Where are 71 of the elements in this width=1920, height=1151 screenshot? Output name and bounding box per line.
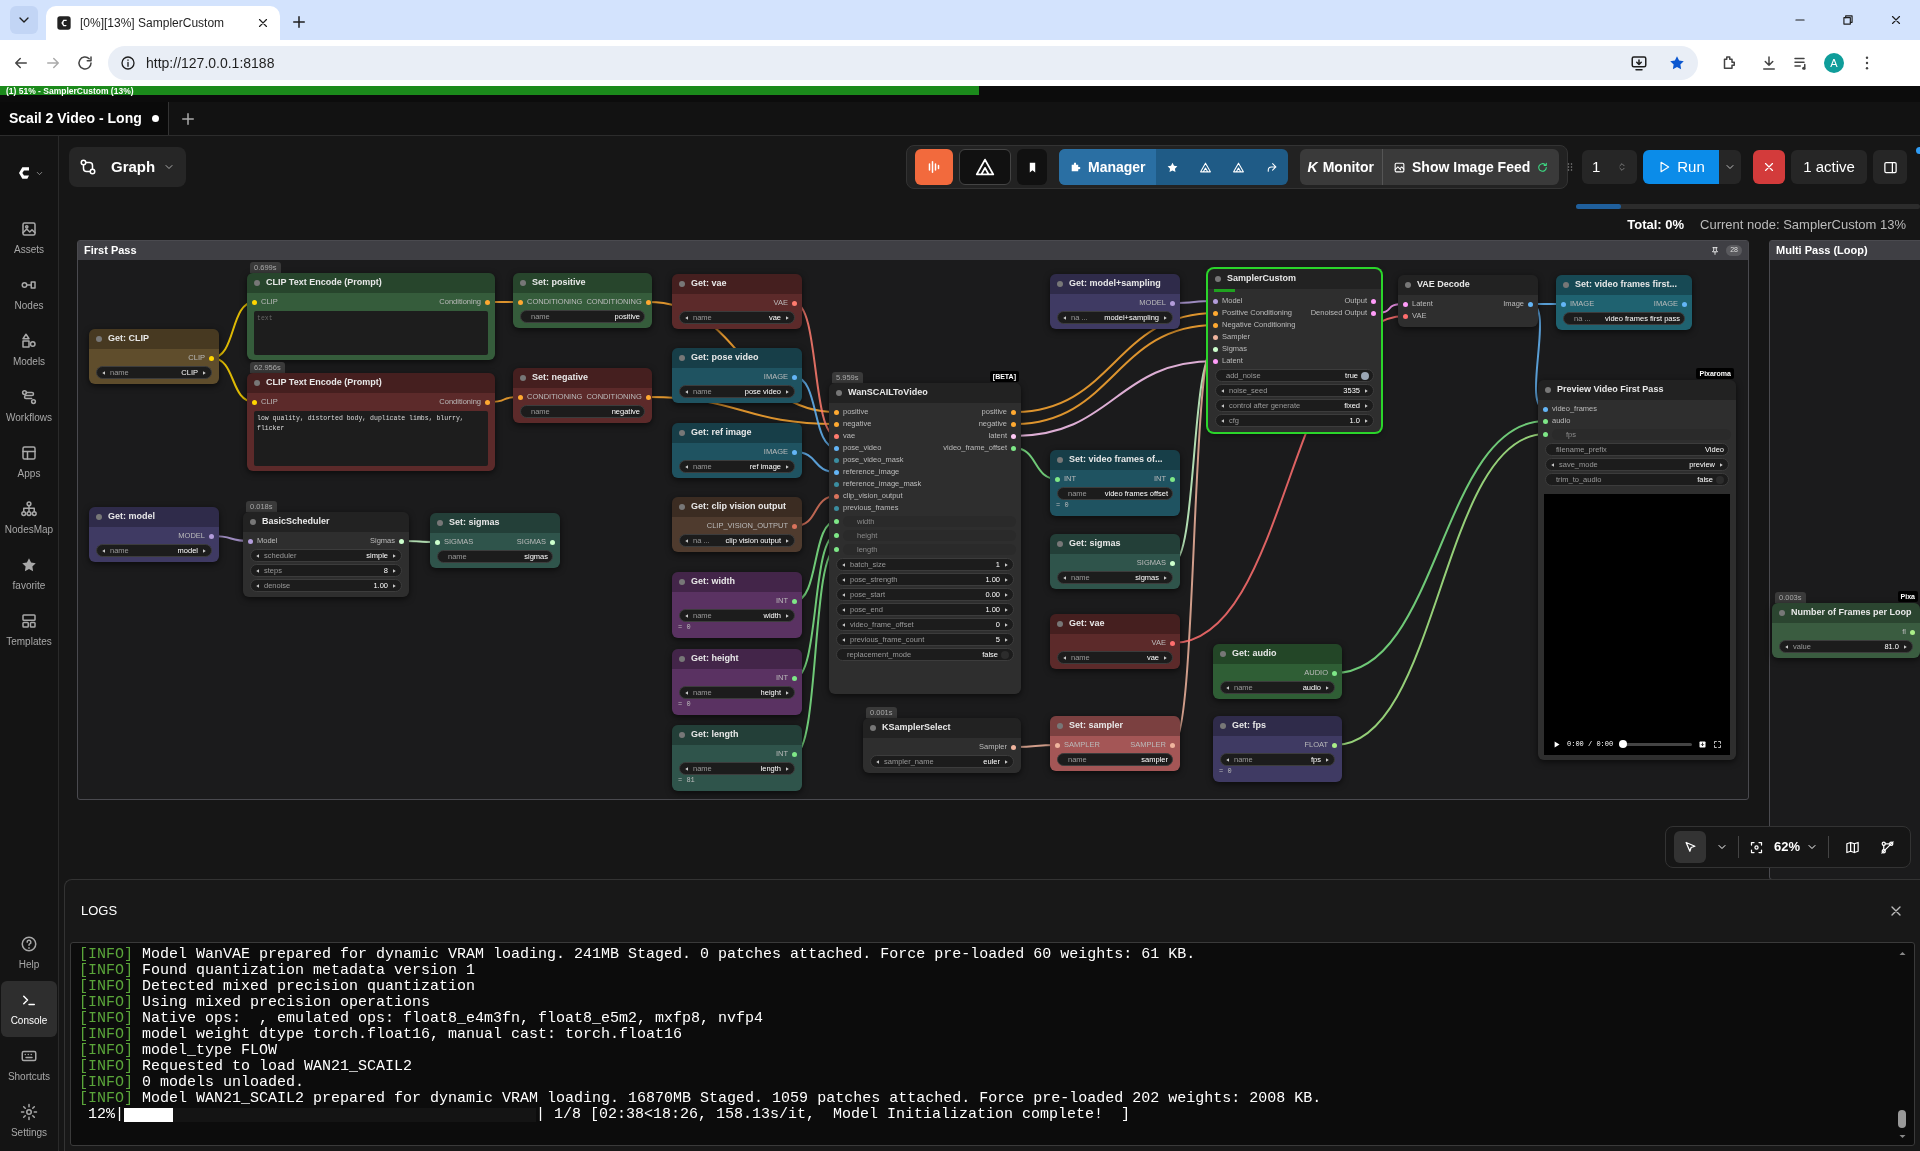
node-title: Get: model+sampling	[1069, 277, 1161, 291]
node-title: Get: sigmas	[1069, 537, 1121, 551]
sidebar-item[interactable]: Apps	[1, 434, 57, 490]
node-title: CLIP Text Encode (Prompt)	[266, 376, 382, 390]
sidebar-item[interactable]: NodesMap	[1, 490, 57, 546]
sidebar-item[interactable]: Console	[1, 981, 57, 1037]
log-line: [INFO] model weight dtype torch.float16, manual cast: torch.float16	[79, 1027, 683, 1043]
progress-percent: 12%|	[87, 1107, 124, 1123]
node-title: Set: positive	[532, 276, 586, 290]
node-title: Get: ref image	[691, 426, 752, 440]
sidebar-item[interactable]: Templates	[1, 602, 57, 658]
url-field[interactable]: http://127.0.0.1:8188	[108, 46, 1698, 80]
panel-title: LOGS	[81, 902, 118, 921]
node-title: Get: fps	[1232, 719, 1266, 733]
browser-tab[interactable]: [0%][13%] SamplerCustom	[46, 6, 280, 40]
log-line: [INFO] Using mixed precision operations	[79, 995, 431, 1011]
group-title: Multi Pass (Loop)	[1776, 243, 1868, 259]
node-title: Preview Video First Pass	[1557, 383, 1664, 397]
node-title: CLIP Text Encode (Prompt)	[266, 276, 382, 290]
node-title: VAE Decode	[1417, 278, 1470, 292]
log-line: [INFO] Found quantization metadata version 1	[79, 963, 476, 979]
sidebar-item[interactable]: Workflows	[1, 378, 57, 434]
log-line: [INFO] 0 models unloaded.	[79, 1075, 305, 1091]
node-title: Get: clip vision output	[691, 500, 786, 514]
sidebar-item[interactable]: Assets	[1, 210, 57, 266]
node-title: Set: sigmas	[449, 516, 500, 530]
graph-mode-button[interactable]: Graph	[69, 147, 186, 187]
log-line: [INFO] model_type FLOW	[79, 1043, 278, 1059]
monitor-logo: K	[1307, 157, 1318, 177]
node-title: BasicScheduler	[262, 515, 330, 529]
node-title: Set: video frames first...	[1575, 278, 1678, 292]
node-title: Get: pose video	[691, 351, 759, 365]
log-line: [INFO] Native ops: , emulated ops: float8_e4m3fn, float8_e5m2, mxfp8, nvfp4	[79, 1011, 764, 1027]
node-title: Get: width	[691, 575, 735, 589]
batch-count-field[interactable]: 1	[1582, 150, 1637, 184]
node-title: WanSCAILToVideo	[848, 386, 928, 400]
sidebar-item[interactable]: favorite	[1, 546, 57, 602]
node-title: Number of Frames per Loop	[1791, 606, 1912, 620]
zoom-button[interactable]: 62%	[1774, 837, 1819, 857]
sidebar-item[interactable]: Help	[1, 925, 57, 981]
run-button[interactable]: Run	[1643, 150, 1719, 184]
node-title: Get: model	[108, 510, 155, 524]
log-line: [INFO] Model WanVAE prepared for dynamic VRAM loading. 241MB Staged. 0 patches attached. Force pre-loaded 60 weights: 61 KB.	[79, 947, 1196, 963]
queue-button[interactable]: 1 active	[1791, 150, 1867, 184]
node-title: Get: height	[691, 652, 739, 666]
log-line: [INFO] Model WAN21_SCAIL2 prepared for dynamic VRAM loading. 16870MB Staged. 1059 patches attached. Force pre-loaded 202 weights: 2008 KB.	[79, 1091, 1322, 1107]
sidebar-item[interactable]: Models	[1, 322, 57, 378]
manager-button[interactable]: Manager	[1059, 149, 1156, 185]
node-title: Get: vae	[691, 277, 727, 291]
group-title: First Pass	[84, 243, 137, 259]
log-line: [INFO] Detected mixed precision quantization	[79, 979, 476, 995]
node-title: SamplerCustom	[1227, 272, 1297, 286]
current-node-text: Current node: SamplerCustom 13%	[1700, 216, 1906, 234]
sidebar-item[interactable]: Settings	[1, 1093, 57, 1149]
node-title: Get: audio	[1232, 647, 1277, 661]
log-line: [INFO] Requested to load WAN21_SCAIL2	[79, 1059, 413, 1075]
node-title: Get: length	[691, 728, 739, 742]
monitor-button[interactable]: K Monitor	[1299, 149, 1384, 185]
node-title: Set: negative	[532, 371, 589, 385]
progress-status: | 1/8 [02:38<18:26, 158.13s/it, Model Initialization complete! ]	[536, 1107, 1131, 1123]
sidebar-item[interactable]: Shortcuts	[1, 1037, 57, 1093]
sidebar-item[interactable]: Nodes	[1, 266, 57, 322]
node-title: Get: CLIP	[108, 332, 149, 346]
node-title: Get: vae	[1069, 617, 1105, 631]
workflow-tab[interactable]: Scail 2 Video - Long	[0, 102, 169, 135]
image-feed-button[interactable]: Show Image Feed	[1383, 149, 1560, 185]
node-title: KSamplerSelect	[882, 721, 951, 735]
progress-text: (1) 51% - SamplerCustom (13%)	[6, 86, 134, 96]
node-title: Set: video frames of...	[1069, 453, 1163, 467]
total-progress-text: Total: 0%	[1627, 216, 1685, 234]
node-title: Set: sampler	[1069, 719, 1124, 733]
